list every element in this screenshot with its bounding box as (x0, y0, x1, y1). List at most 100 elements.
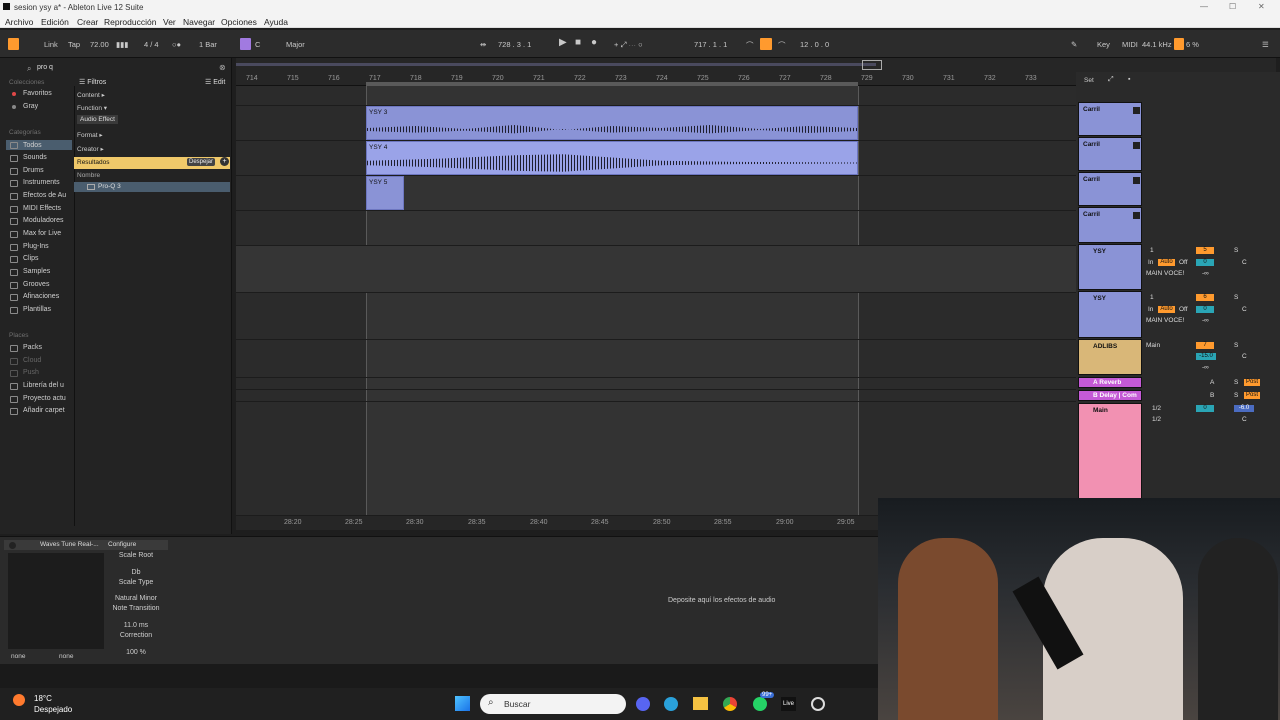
track-a-reverb[interactable]: A Reverb (1078, 377, 1142, 388)
punch-out-icon[interactable]: ⌒ (778, 40, 786, 51)
menu-reproduccion[interactable]: Reproducción (104, 17, 156, 27)
beat-time-ruler[interactable]: 714 715 716 717 718 719 720 721 722 723 … (236, 72, 1076, 86)
ysy1-input[interactable]: 1 (1150, 247, 1154, 254)
correction-value[interactable]: 100 % (106, 649, 166, 656)
ysy2-input[interactable]: 1 (1150, 294, 1154, 301)
loop-switch-icon[interactable] (760, 38, 772, 50)
menu-edicion[interactable]: Edición (41, 17, 69, 27)
delay-solo[interactable]: S (1234, 392, 1238, 399)
tap-button[interactable]: Tap (68, 40, 80, 49)
loop-length-field[interactable]: 12 . 0 . 0 (800, 40, 829, 49)
midi-map-button[interactable]: MIDI (1122, 40, 1138, 49)
place-push[interactable]: Push (23, 369, 39, 376)
adlibs-solo[interactable]: S (1234, 342, 1238, 349)
link-button[interactable]: Link (44, 40, 58, 49)
reverb-post[interactable]: Post (1244, 379, 1260, 386)
lane-adlibs[interactable] (236, 340, 1076, 378)
track-ysy-group-2[interactable]: YSY (1078, 291, 1142, 338)
time-signature-field[interactable]: 4 / 4 (144, 40, 159, 49)
category-midi-effects[interactable]: MIDI Effects (23, 205, 61, 212)
start-icon[interactable] (455, 696, 470, 711)
reverb-solo[interactable]: S (1234, 379, 1238, 386)
song-position-field[interactable]: 728 . 3 . 1 (498, 40, 531, 49)
track-fold-icon[interactable] (1133, 107, 1140, 114)
clip-ysy-4[interactable]: YSY 4 (366, 141, 858, 175)
category-modulators[interactable]: Moduladores (23, 217, 63, 224)
place-user-library[interactable]: Librería del u (23, 382, 64, 389)
ysy1-monitor-auto[interactable]: Auto (1158, 259, 1175, 266)
filter-audio-effect-tag[interactable]: Audio Effect (77, 115, 118, 124)
delay-post[interactable]: Post (1244, 392, 1260, 399)
lock-icon[interactable]: ▪ (1128, 76, 1130, 83)
place-cloud[interactable]: Cloud (23, 357, 41, 364)
folder-icon[interactable] (693, 697, 708, 710)
metronome-bars-icon[interactable]: ▮▮▮ (116, 40, 128, 49)
expand-icon[interactable]: ⤢ (1108, 76, 1114, 84)
category-instruments[interactable]: Instruments (23, 179, 60, 186)
filter-function[interactable]: Function ▾ (77, 104, 107, 112)
ysy1-pan[interactable]: C (1242, 259, 1247, 266)
overview-viewport[interactable] (862, 60, 882, 70)
key-root-select[interactable]: C (255, 40, 260, 49)
device-power-icon[interactable] (9, 542, 16, 549)
punch-in-icon[interactable]: ⌒ (746, 40, 754, 51)
whatsapp-icon[interactable] (753, 697, 767, 711)
tempo-field[interactable]: 72.00 (90, 40, 109, 49)
menu-navegar[interactable]: Navegar (183, 17, 215, 27)
menu-ayuda[interactable]: Ayuda (264, 17, 288, 27)
chrome-icon[interactable] (723, 697, 737, 711)
track-main[interactable]: Main (1078, 403, 1142, 499)
scale-type-value[interactable]: Natural Minor (106, 595, 166, 602)
scale-select[interactable]: Major (286, 40, 305, 49)
filter-content[interactable]: Content ▸ (77, 91, 105, 99)
ysy2-pan[interactable]: C (1242, 306, 1247, 313)
telegram-icon[interactable] (664, 697, 678, 711)
category-templates[interactable]: Plantillas (23, 306, 51, 313)
arrangement-view[interactable]: YSY 3 YSY 4 YSY 5 (236, 86, 1076, 516)
ysy1-monitor-off[interactable]: Off (1179, 259, 1188, 266)
place-current-project[interactable]: Proyecto actu (23, 395, 66, 402)
track-ysy-group-1[interactable]: YSY (1078, 244, 1142, 290)
menu-crear[interactable]: Crear (77, 17, 98, 27)
clear-results-button[interactable]: Despejar (187, 158, 216, 166)
category-grooves[interactable]: Grooves (23, 281, 49, 288)
ysy2-solo[interactable]: S (1234, 294, 1238, 301)
discord-icon[interactable] (636, 697, 650, 711)
arrangement-overview[interactable] (236, 58, 1276, 72)
loop-start-field[interactable]: 717 . 1 . 1 (694, 40, 727, 49)
scale-root-value[interactable]: Db (106, 569, 166, 576)
category-plugins[interactable]: Plug-Ins (23, 243, 49, 250)
clip-ysy-3[interactable]: YSY 3 (366, 106, 858, 140)
clip-ysy-5[interactable]: YSY 5 (366, 176, 404, 210)
result-item[interactable]: Pro-Q 3 (98, 183, 121, 190)
category-tunings[interactable]: Afinaciones (23, 293, 59, 300)
main-gain[interactable]: -6.0 (1234, 405, 1254, 412)
metronome-icon[interactable]: ○● (172, 40, 181, 49)
browser-search-input[interactable]: pro q (37, 64, 53, 71)
ysy2-monitor-auto[interactable]: Auto (1158, 306, 1175, 313)
track-fold-icon[interactable] (1133, 177, 1140, 184)
ysy2-output[interactable]: MAIN VOCE! (1146, 317, 1184, 324)
maximize-button[interactable]: ☐ (1229, 2, 1236, 11)
obs-icon[interactable] (811, 697, 825, 711)
place-packs[interactable]: Packs (23, 344, 42, 351)
collection-gray[interactable]: Gray (23, 103, 38, 110)
add-filter-icon[interactable]: + (220, 157, 229, 166)
lane-a-reverb[interactable] (236, 378, 1076, 390)
taskbar-search[interactable] (480, 694, 626, 714)
stop-icon[interactable]: ■ (575, 37, 581, 48)
adlibs-volume[interactable]: -15.0 (1196, 353, 1216, 360)
sidechain-select-2[interactable]: none (59, 653, 73, 660)
scale-mode-icon[interactable] (240, 38, 251, 50)
main-volume[interactable]: 0 (1196, 405, 1214, 412)
lane-b-delay[interactable] (236, 390, 1076, 402)
menu-ver[interactable]: Ver (163, 17, 176, 27)
main-output-2[interactable]: 1/2 (1152, 416, 1161, 423)
lane-ysy-group-2[interactable] (236, 293, 1076, 340)
ysy1-output[interactable]: MAIN VOCE! (1146, 270, 1184, 277)
quantize-menu[interactable]: 1 Bar (199, 40, 217, 49)
category-audio-effects[interactable]: Efectos de Au (23, 192, 66, 199)
filter-format[interactable]: Format ▸ (77, 131, 103, 139)
overview-menu-icon[interactable]: ☰ (1262, 40, 1269, 49)
ysy1-track-number[interactable]: 5 (1196, 247, 1214, 254)
